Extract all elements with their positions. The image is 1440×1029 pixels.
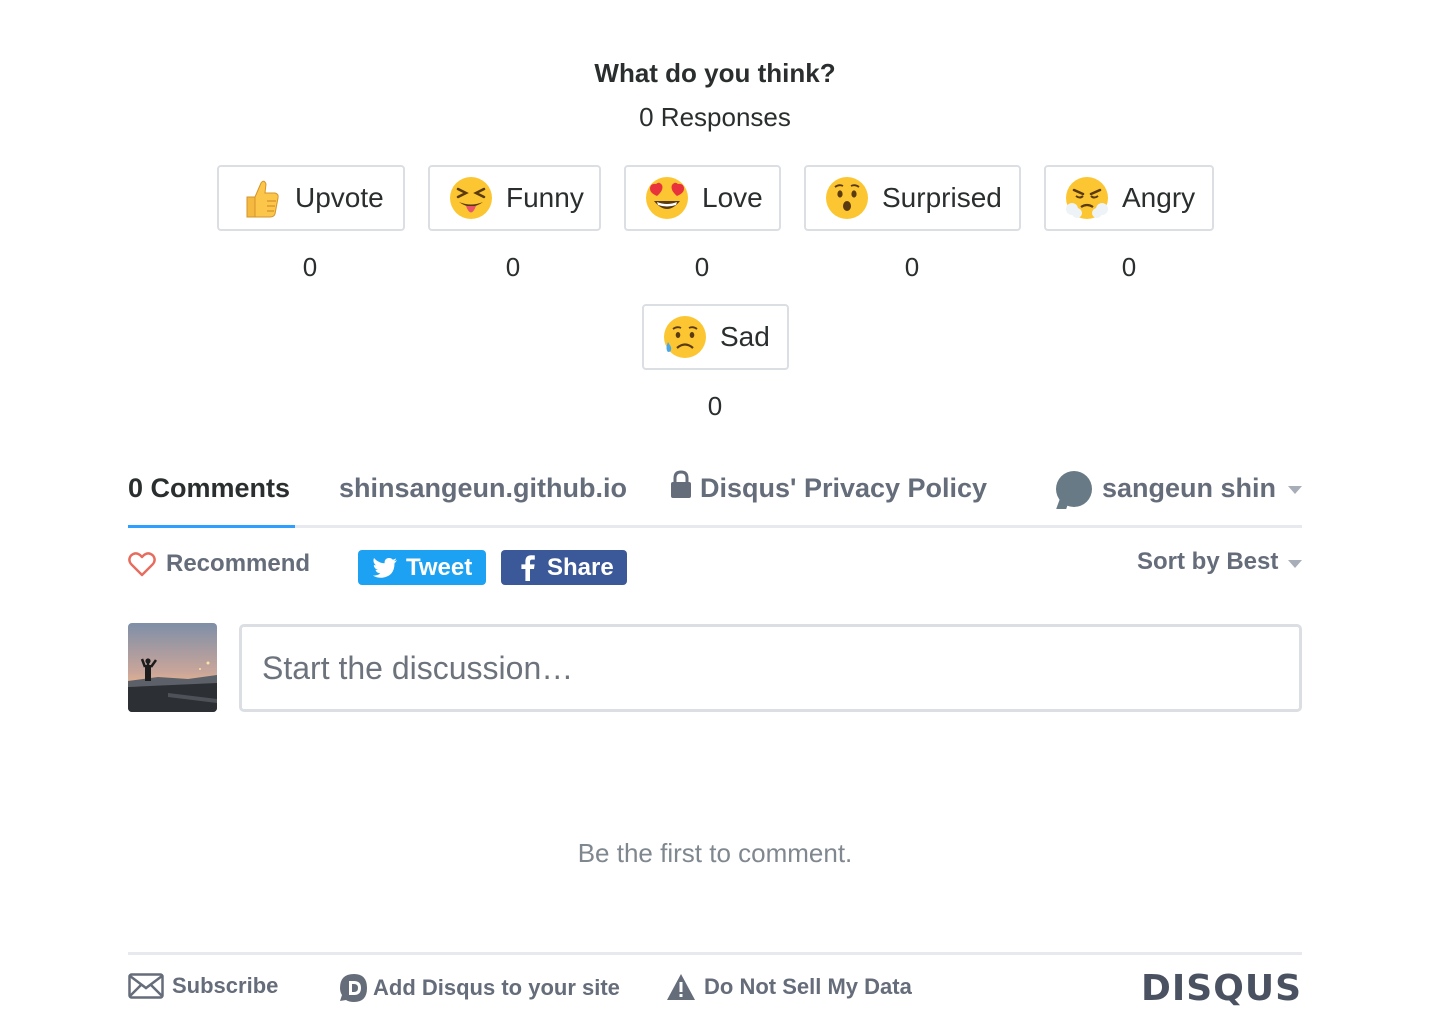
reaction-count-sad: 0	[707, 391, 723, 421]
privacy-policy-link[interactable]: Disqus' Privacy Policy	[700, 473, 987, 504]
disqus-brand-logo[interactable]: DISQUS	[1141, 968, 1302, 1009]
recommend-label: Recommend	[166, 550, 311, 577]
disqus-logo-icon	[340, 974, 367, 1002]
do-not-sell-label: Do Not Sell My Data	[704, 974, 912, 999]
empty-state-message: Be the first to comment.	[577, 838, 853, 868]
do-not-sell-link[interactable]: Do Not Sell My Data	[666, 973, 912, 1001]
twitter-bird-icon	[372, 557, 397, 578]
heart-eyes-emoji-icon	[646, 177, 688, 219]
facebook-share-button[interactable]: Share	[501, 550, 627, 585]
reaction-love-button[interactable]: Love	[624, 165, 781, 231]
chevron-down-icon[interactable]	[1288, 560, 1302, 568]
recommend-button[interactable]: Recommend	[128, 550, 310, 578]
reaction-surprised-button[interactable]: Surprised	[804, 165, 1021, 231]
reaction-label: Funny	[506, 182, 584, 213]
user-menu[interactable]: sangeun shin	[1102, 473, 1276, 504]
reaction-label: Upvote	[295, 182, 384, 213]
envelope-icon	[128, 973, 164, 999]
reaction-sad-button[interactable]: Sad	[642, 304, 789, 370]
tweet-label: Tweet	[406, 553, 473, 581]
reaction-funny-button[interactable]: Funny	[428, 165, 601, 231]
hushed-face-emoji-icon	[826, 177, 868, 219]
reactions-title: What do you think?	[594, 58, 836, 88]
warning-icon	[667, 974, 695, 1000]
responses-count: 0 Responses	[639, 102, 791, 132]
reaction-upvote-button[interactable]: Upvote	[217, 165, 405, 231]
subscribe-link[interactable]: Subscribe	[128, 973, 278, 999]
footer: Subscribe Add Disqus to your site Do Not…	[128, 952, 1302, 1012]
tweet-button[interactable]: Tweet	[358, 550, 486, 585]
steam-face-emoji-icon	[1066, 177, 1108, 219]
sort-dropdown[interactable]: Sort by Best	[1137, 548, 1278, 576]
avatar	[128, 623, 217, 712]
reaction-label: Sad	[720, 321, 770, 352]
site-link[interactable]: shinsangeun.github.io	[339, 473, 627, 504]
tab-comments[interactable]: 0 Comments	[128, 473, 290, 504]
comment-input[interactable]	[239, 624, 1302, 712]
active-tab-indicator	[128, 525, 295, 528]
squinting-tongue-emoji-icon	[450, 177, 492, 219]
add-disqus-label: Add Disqus to your site	[373, 975, 620, 1000]
reaction-label: Surprised	[882, 182, 1002, 213]
sad-sweat-face-emoji-icon	[664, 316, 706, 358]
lock-icon	[671, 470, 691, 498]
facebook-icon	[521, 554, 535, 581]
user-avatar-icon[interactable]	[1056, 471, 1092, 507]
reaction-count-love: 0	[694, 252, 710, 282]
chevron-down-icon[interactable]	[1288, 486, 1302, 494]
heart-icon	[128, 552, 156, 577]
reaction-count-upvote: 0	[302, 252, 318, 282]
discussion-nav: 0 Comments shinsangeun.github.io Disqus'…	[128, 470, 1302, 528]
subscribe-label: Subscribe	[172, 973, 279, 998]
reaction-label: Love	[702, 182, 763, 213]
reaction-angry-button[interactable]: Angry	[1044, 165, 1214, 231]
thumbs-up-emoji-icon	[246, 180, 279, 218]
reaction-count-angry: 0	[1121, 252, 1137, 282]
reaction-count-surprised: 0	[904, 252, 920, 282]
add-disqus-link[interactable]: Add Disqus to your site	[339, 973, 620, 1003]
share-label: Share	[547, 553, 614, 581]
user-photo	[128, 623, 217, 712]
reaction-label: Angry	[1122, 182, 1196, 213]
reaction-count-funny: 0	[505, 252, 521, 282]
